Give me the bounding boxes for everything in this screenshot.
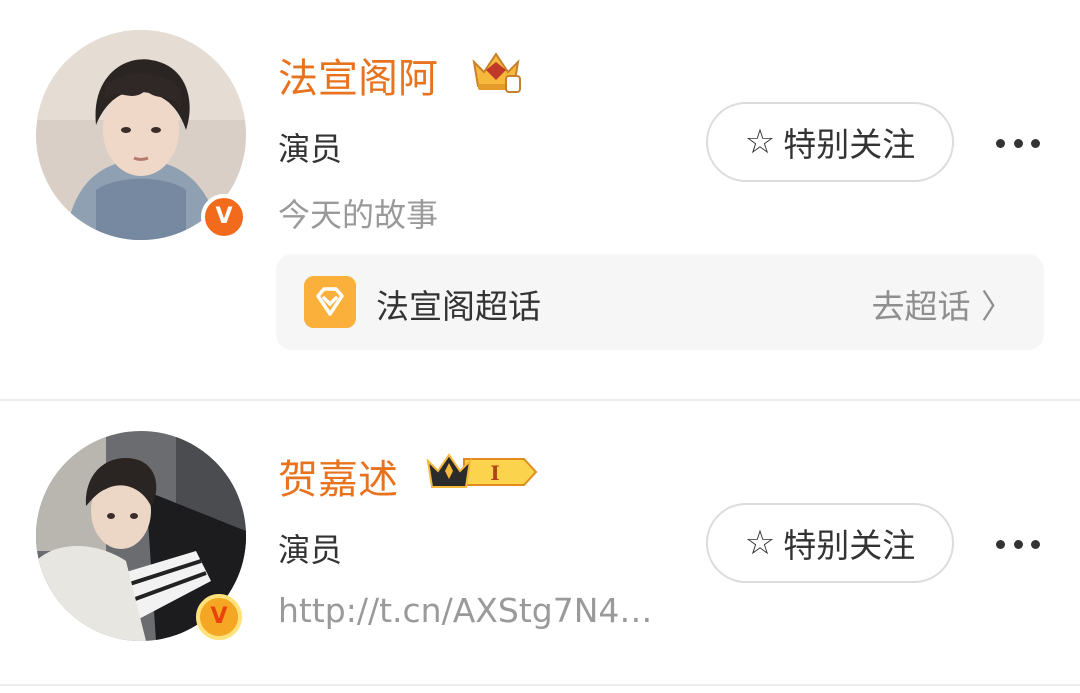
user-card[interactable]: V 法宣阁阿 演员 今天的故事 ☆ 特别关注 法宣阁超话 去超话 〉 [0,0,1080,399]
follow-label: 特别关注 [783,125,916,164]
dot [1031,138,1040,148]
more-dots-icon[interactable] [996,529,1040,559]
user-name[interactable]: 法宣阁阿 [278,46,438,104]
user-role: 演员 [278,130,343,168]
dot [996,539,1005,549]
crown-icon[interactable] [468,46,524,94]
level-label: I [490,461,499,485]
special-follow-button[interactable]: ☆ 特别关注 [706,102,954,182]
dot [1031,539,1040,549]
v-verified-icon: V [201,194,247,240]
divider [0,684,1080,686]
super-topic-entry[interactable]: 法宣阁超话 去超话 〉 [276,254,1044,350]
diamond-icon [304,276,356,328]
dot [1013,138,1023,148]
user-name[interactable]: 贺嘉述 [278,447,398,505]
user-bio: 今天的故事 [278,196,439,234]
star-outline-icon: ☆ [744,523,776,563]
dot [996,138,1005,148]
v-verified-icon: V [196,594,242,640]
special-follow-button[interactable]: ☆ 特别关注 [706,503,954,583]
go-super-topic-link[interactable]: 去超话 〉 [872,280,1015,328]
user-bio-link[interactable]: http://t.cn/AXStg7N4… [278,591,652,630]
more-dots-icon[interactable] [996,128,1040,158]
user-card[interactable]: V 贺嘉述 I 演员 http://t.cn/AXStg7N4… ☆ 特别关注 [0,401,1080,686]
user-role: 演员 [278,531,343,569]
follow-label: 特别关注 [783,526,916,565]
super-topic-name: 法宣阁超话 [376,287,541,326]
crown-level-badge[interactable]: I [424,449,540,495]
star-outline-icon: ☆ [744,122,776,162]
dot [1013,539,1023,549]
